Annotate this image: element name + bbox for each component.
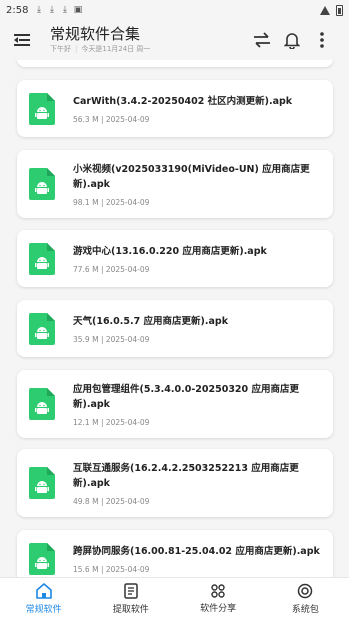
file-card[interactable]	[17, 60, 333, 67]
android-apk-icon	[29, 312, 55, 345]
notification-icon: ▣	[73, 4, 83, 15]
status-time: 2:58	[6, 4, 29, 16]
file-card[interactable]: 跨屏协同服务(16.00.81-25.04.02 应用商店更新).apk 15.…	[17, 530, 333, 577]
file-meta: 35.9 M | 2025-04-09	[73, 334, 150, 344]
nav-common-software[interactable]: 常规软件	[0, 578, 87, 620]
nav-system-package[interactable]: 系统包	[262, 578, 349, 620]
file-meta: 12.1 M | 2025-04-09	[73, 417, 150, 427]
download-icon: ⤓	[36, 4, 41, 15]
nav-label: 系统包	[291, 605, 319, 615]
file-name: 小米视频(v2025033190(MiVideo-UN) 应用商店更新).apk	[73, 163, 310, 190]
file-name: 互联互通服务(16.2.4.2.2503252213 应用商店更新).apk	[73, 462, 299, 489]
file-name: 游戏中心(13.16.0.220 应用商店更新).apk	[73, 245, 267, 257]
android-apk-icon	[29, 542, 55, 575]
android-apk-icon	[29, 168, 55, 200]
nav-label: 提取软件	[112, 605, 149, 615]
file-name: 跨屏协同服务(16.00.81-25.04.02 应用商店更新).apk	[73, 545, 320, 557]
more-options-button[interactable]	[307, 25, 337, 55]
download-icon: ⤓	[49, 4, 54, 15]
status-bar: 2:58 ⤓ ⤓ ⤓ ▣	[0, 0, 349, 20]
android-apk-icon	[29, 467, 55, 499]
switch-button[interactable]	[247, 25, 277, 55]
grid-icon	[211, 584, 225, 598]
home-icon	[35, 583, 52, 599]
nav-label: 软件分享	[200, 604, 237, 614]
page-title: 常规软件合集	[50, 25, 141, 43]
file-meta: 98.1 M | 2025-04-09	[73, 197, 150, 207]
drawer-menu-button[interactable]	[12, 30, 32, 50]
signal-icon	[320, 5, 330, 15]
notice-text: 今天是11月24日 周一	[81, 45, 151, 53]
file-card[interactable]: CarWith(3.4.2-20250402 社区内测更新).apk 56.3 …	[17, 80, 333, 137]
file-card[interactable]: 小米视频(v2025033190(MiVideo-UN) 应用商店更新).apk…	[17, 150, 333, 218]
file-list[interactable]: CarWith(3.4.2-20250402 社区内测更新).apk 56.3 …	[0, 60, 349, 577]
more-vertical-icon	[320, 32, 324, 48]
bell-icon	[284, 33, 300, 49]
file-meta: 49.8 M | 2025-04-09	[73, 496, 150, 506]
file-meta: 15.6 M | 2025-04-09	[73, 564, 150, 574]
system-package-icon	[298, 583, 313, 599]
file-card[interactable]: 天气(16.0.5.7 应用商店更新).apk 35.9 M | 2025-04…	[17, 300, 333, 357]
file-name: CarWith(3.4.2-20250402 社区内测更新).apk	[73, 95, 293, 107]
file-name: 天气(16.0.5.7 应用商店更新).apk	[73, 315, 229, 327]
greeting-text: 下午好	[50, 45, 71, 53]
subtitle: 下午好 | 今天是11月24日 周一	[50, 45, 151, 53]
file-meta: 56.3 M | 2025-04-09	[73, 114, 150, 124]
download-icon: ⤓	[62, 4, 67, 15]
battery-icon	[336, 4, 343, 16]
swap-icon	[254, 32, 270, 48]
nav-software-share[interactable]: 软件分享	[175, 578, 262, 620]
file-name: 应用包管理组件(5.3.4.0.0-20250320 应用商店更新).apk	[73, 383, 299, 410]
file-card[interactable]: 互联互通服务(16.2.4.2.2503252213 应用商店更新).apk 4…	[17, 449, 333, 517]
bottom-navigation: 常规软件 提取软件 软件分享 系统包	[0, 577, 349, 620]
menu-icon	[14, 34, 30, 46]
android-apk-icon	[29, 92, 55, 125]
nav-extract-software[interactable]: 提取软件	[87, 578, 174, 620]
android-apk-icon	[29, 388, 55, 420]
file-meta: 77.6 M | 2025-04-09	[73, 264, 150, 274]
file-card[interactable]: 游戏中心(13.16.0.220 应用商店更新).apk 77.6 M | 20…	[17, 230, 333, 287]
notifications-button[interactable]	[277, 25, 307, 55]
article-icon	[124, 583, 138, 599]
file-card[interactable]: 应用包管理组件(5.3.4.0.0-20250320 应用商店更新).apk 1…	[17, 370, 333, 438]
nav-label: 常规软件	[25, 605, 62, 615]
android-apk-icon	[29, 242, 55, 275]
app-bar: 常规软件合集 下午好 | 今天是11月24日 周一	[0, 20, 349, 60]
